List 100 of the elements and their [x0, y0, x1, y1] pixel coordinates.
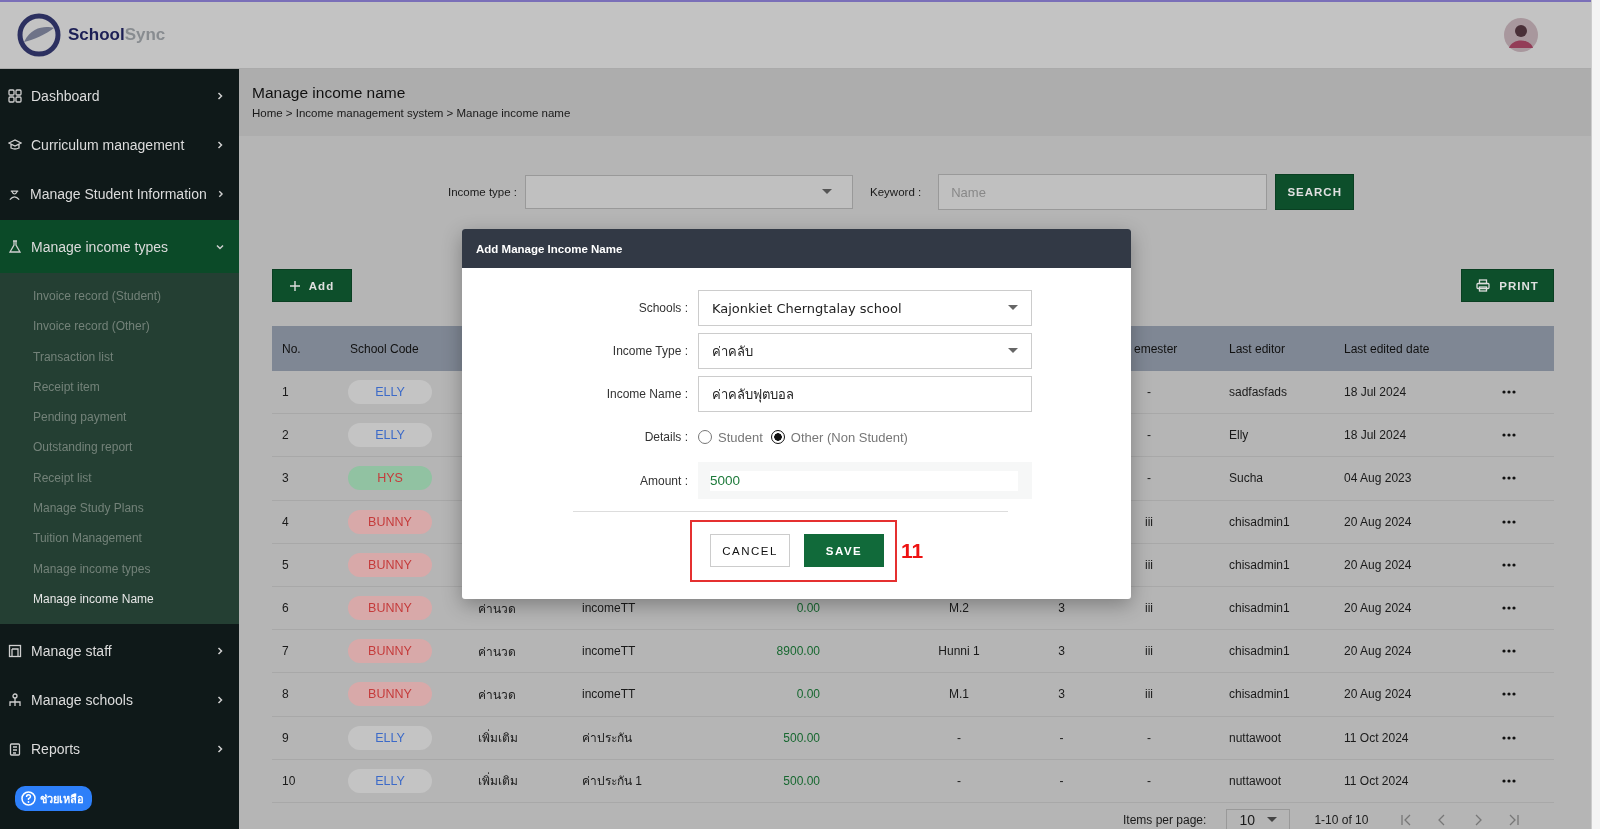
table-cell-text: 2: [281, 428, 290, 443]
keyword-field[interactable]: Name: [938, 174, 1268, 210]
printer-icon: [1476, 279, 1491, 292]
print-button[interactable]: PRINT: [1461, 269, 1554, 302]
more-icon[interactable]: [1502, 649, 1516, 654]
submenu-item[interactable]: Manage income Name: [0, 583, 239, 615]
table-cell-text: incomeTT: [581, 601, 637, 616]
page-size-dropdown[interactable]: 10: [1226, 809, 1291, 829]
table-cell-text: iii: [1144, 514, 1154, 529]
table-cell-text: 500.00: [782, 773, 821, 788]
table-cell-text: ค่าประกัน 1: [581, 773, 643, 791]
more-icon[interactable]: [1502, 735, 1516, 740]
caret-icon: [1008, 348, 1018, 354]
table-cell-text: ค่านวด: [477, 643, 517, 661]
scrollbar[interactable]: [1591, 0, 1600, 829]
table-cell-text: เพิ่มเติม: [477, 771, 519, 791]
search-button[interactable]: SEARCH: [1275, 174, 1355, 210]
table-cell-text: -: [956, 730, 962, 745]
nav-item[interactable]: Reports: [0, 726, 239, 772]
table-cell-text: ค่านวด: [477, 600, 517, 618]
column-header: emester: [1133, 341, 1179, 356]
table-cell-text: iii: [1144, 644, 1154, 659]
avatar-icon[interactable]: [1504, 18, 1538, 52]
more-icon[interactable]: [1502, 519, 1516, 524]
save-button[interactable]: SAVE: [804, 534, 884, 567]
table-cell-text: 20 Aug 2024: [1343, 601, 1413, 616]
radio-option[interactable]: Student: [698, 429, 763, 445]
radio-button[interactable]: [770, 430, 785, 444]
table-cell-text: M.1: [948, 687, 970, 702]
table-cell-text: iii: [1144, 557, 1154, 572]
table-cell-text: 11 Oct 2024: [1343, 773, 1410, 788]
nav-item[interactable]: Curriculum management: [0, 122, 239, 167]
table-cell-text: 1: [281, 385, 290, 400]
field-label: Details :: [643, 430, 689, 444]
table-cell-text: incomeTT: [581, 644, 637, 659]
nav-item[interactable]: Manage Student Information: [0, 171, 239, 216]
table-cell-text: 20 Aug 2024: [1343, 557, 1413, 572]
help-button[interactable]: ช่วยเหลือ: [15, 786, 92, 811]
table-cell-text: iii: [1144, 687, 1154, 702]
tag-label: BUNNY: [368, 514, 412, 529]
radio-option[interactable]: Other (Non Student): [770, 429, 908, 445]
nav-item[interactable]: Dashboard: [0, 73, 239, 118]
field-label: Income type :: [448, 186, 518, 198]
caret-icon: [1267, 817, 1278, 823]
logo-icon: [16, 12, 62, 58]
more-icon[interactable]: [1502, 433, 1516, 438]
menu-icon: [8, 239, 22, 254]
nav-item[interactable]: Manage schools: [0, 677, 239, 723]
table-cell-text: nuttawoot: [1228, 730, 1283, 745]
table-cell-text: chisadmin1: [1228, 557, 1291, 572]
table-cell-text: -: [1146, 385, 1152, 400]
table-cell-text: -: [1146, 773, 1152, 788]
tag-label: ELLY: [375, 385, 405, 400]
column-header: No.: [281, 341, 302, 356]
table-cell-text: 5: [281, 557, 290, 572]
table-cell-text: 500.00: [782, 730, 821, 745]
cancel-button[interactable]: CANCEL: [710, 534, 790, 567]
table-cell-text: Sucha: [1228, 471, 1265, 486]
table-cell-text: M.2: [948, 601, 970, 616]
more-icon[interactable]: [1502, 562, 1516, 567]
input-field[interactable]: ค่าคลับฟุตบอล: [698, 376, 1032, 412]
table-cell-text: 9: [281, 730, 290, 745]
table-cell-text: เพิ่มเติม: [477, 728, 519, 748]
plus-icon: [289, 280, 300, 291]
table-cell-text: Hunni 1: [937, 644, 981, 659]
tag-label: BUNNY: [368, 644, 412, 659]
dropdown[interactable]: Kajonkiet Cherngtalay school: [698, 290, 1032, 326]
table-cell-text: 04 Aug 2023: [1343, 471, 1413, 486]
amount-field[interactable]: 5000: [698, 462, 1032, 499]
step-number: 11: [901, 539, 924, 563]
dialog-title: Add Manage Income Name: [462, 229, 1131, 268]
dropdown[interactable]: ค่าคลับ: [698, 333, 1032, 369]
items-per-page-label: Items per page:: [1123, 813, 1207, 827]
table-cell-text: 20 Aug 2024: [1343, 514, 1413, 529]
field-label: Income Type :: [611, 344, 689, 358]
more-icon[interactable]: [1502, 606, 1516, 611]
table-cell-text: -: [1146, 730, 1152, 745]
caret-icon: [1008, 305, 1018, 311]
table-cell-text: iii: [1144, 601, 1154, 616]
brand-name: SchoolSync: [68, 25, 166, 45]
more-icon[interactable]: [1502, 390, 1516, 395]
more-icon[interactable]: [1502, 476, 1516, 481]
field-label: Amount :: [638, 473, 689, 488]
menu-icon: [8, 741, 22, 756]
table-cell-text: -: [1146, 428, 1152, 443]
nav-item[interactable]: Manage income types: [0, 220, 239, 273]
tag-label: HYS: [377, 471, 403, 486]
table-cell-text: -: [1146, 471, 1152, 486]
more-icon[interactable]: [1502, 778, 1516, 783]
tag-label: BUNNY: [368, 557, 412, 572]
table-cell-text: sadfasfads: [1228, 385, 1289, 400]
table-cell-text: Elly: [1228, 428, 1250, 443]
tag-label: BUNNY: [368, 687, 412, 702]
nav-item[interactable]: Manage staff: [0, 628, 239, 674]
table-cell-text: incomeTT: [581, 687, 637, 702]
add-button[interactable]: Add: [272, 269, 352, 302]
tag-label: ELLY: [375, 730, 405, 745]
table-cell-text: 18 Jul 2024: [1343, 428, 1408, 443]
table-cell-text: 20 Aug 2024: [1343, 644, 1413, 659]
more-icon[interactable]: [1502, 692, 1516, 697]
